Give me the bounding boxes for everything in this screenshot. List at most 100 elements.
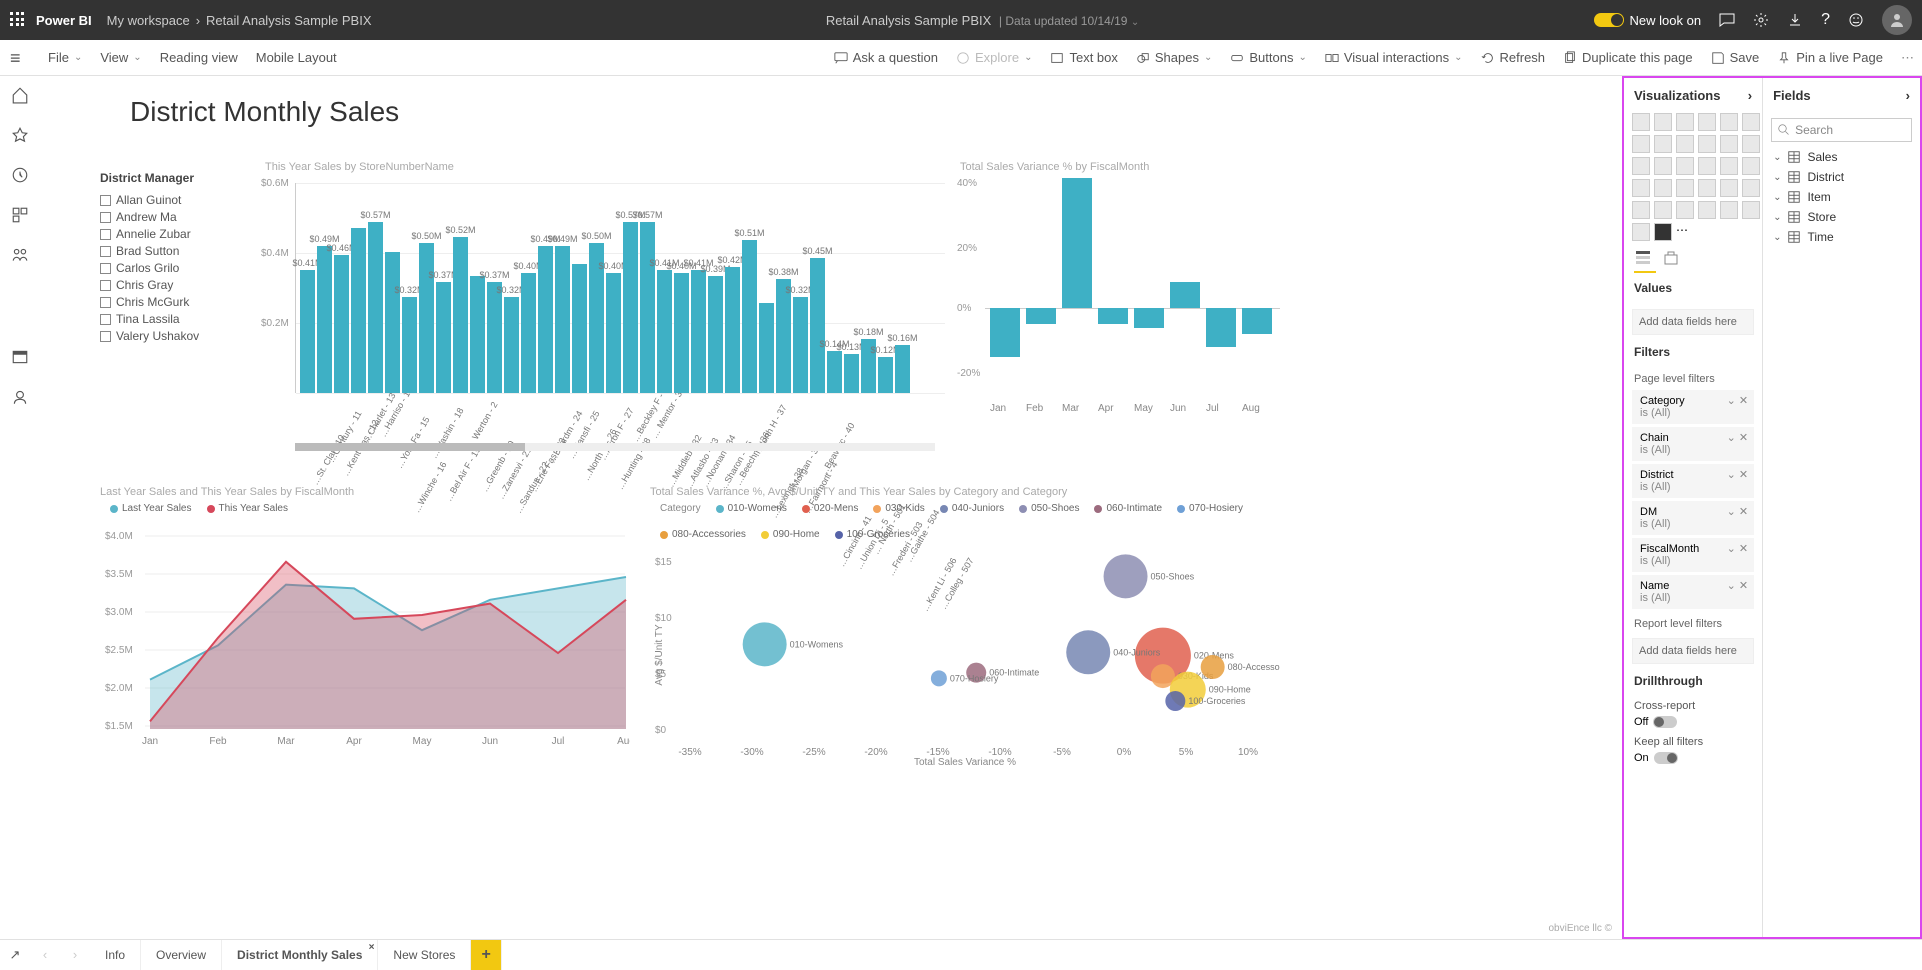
svg-text:Jul: Jul <box>552 736 565 747</box>
tab-info[interactable]: Info <box>90 940 141 970</box>
fields-tab-icon[interactable] <box>1634 249 1652 267</box>
values-well[interactable]: Add data fields here <box>1632 309 1754 335</box>
download-icon[interactable] <box>1787 12 1803 28</box>
new-look-toggle[interactable]: New look on <box>1594 13 1702 28</box>
svg-text:090-Home: 090-Home <box>1209 685 1251 695</box>
report-filter-well[interactable]: Add data fields here <box>1632 638 1754 664</box>
variance-by-month-chart[interactable]: Total Sales Variance % by FiscalMonth 40… <box>960 161 1280 461</box>
tab-district-monthly-sales[interactable]: District Monthly Sales× <box>222 940 378 970</box>
field-table[interactable]: ⌄Store <box>1763 207 1920 227</box>
breadcrumb-workspace[interactable]: My workspace <box>107 13 190 28</box>
home-icon[interactable] <box>11 86 29 104</box>
filter-card[interactable]: FiscalMonthis (All)⌄ ✕ <box>1632 538 1754 572</box>
file-menu[interactable]: File⌄ <box>48 50 82 65</box>
expand-icon[interactable]: ↗ <box>0 947 30 963</box>
slicer-item[interactable]: Allan Guinot <box>100 193 199 207</box>
svg-text:5%: 5% <box>1179 747 1194 758</box>
filter-card[interactable]: Chainis (All)⌄ ✕ <box>1632 427 1754 461</box>
svg-text:10%: 10% <box>1238 747 1258 758</box>
collapse-viz-icon[interactable]: › <box>1748 88 1752 103</box>
district-manager-slicer[interactable]: District Manager Allan Guinot Andrew Ma An… <box>100 171 199 346</box>
reading-view-button[interactable]: Reading view <box>160 50 238 65</box>
pin-page-button[interactable]: Pin a live Page <box>1777 50 1883 65</box>
visualizations-pane-title: Visualizations <box>1634 88 1720 103</box>
buttons-menu[interactable]: Buttons⌄ <box>1230 50 1306 65</box>
field-table[interactable]: ⌄District <box>1763 167 1920 187</box>
mobile-layout-button[interactable]: Mobile Layout <box>256 50 337 65</box>
my-workspace-icon[interactable] <box>11 388 29 406</box>
filter-card[interactable]: Districtis (All)⌄ ✕ <box>1632 464 1754 498</box>
collapse-fields-icon[interactable]: › <box>1906 88 1910 103</box>
sales-by-store-chart[interactable]: This Year Sales by StoreNumberName $0.6M… <box>265 161 945 471</box>
more-icon[interactable]: ⋯ <box>1901 50 1914 66</box>
drillthrough-label: Drillthrough <box>1634 674 1752 688</box>
filters-label: Filters <box>1634 345 1752 359</box>
svg-text:$2.5M: $2.5M <box>105 645 133 656</box>
svg-text:Feb: Feb <box>209 736 227 747</box>
shared-icon[interactable] <box>11 246 29 264</box>
sales-by-month-chart[interactable]: Last Year Sales and This Year Sales by F… <box>100 486 630 766</box>
tab-new-stores[interactable]: New Stores <box>378 940 471 970</box>
slicer-item[interactable]: Tina Lassila <box>100 312 199 326</box>
smile-icon[interactable] <box>1848 12 1864 28</box>
app-launcher-icon[interactable] <box>10 12 26 28</box>
slicer-item[interactable]: Brad Sutton <box>100 244 199 258</box>
ask-question-button[interactable]: Ask a question <box>834 50 938 65</box>
svg-text:-5%: -5% <box>1053 747 1071 758</box>
svg-text:Jan: Jan <box>142 736 158 747</box>
slicer-item[interactable]: Valery Ushakov <box>100 329 199 343</box>
recent-icon[interactable] <box>11 166 29 184</box>
view-menu[interactable]: View⌄ <box>100 50 141 65</box>
explore-menu[interactable]: Explore⌄ <box>956 50 1032 65</box>
breadcrumb-file[interactable]: Retail Analysis Sample PBIX <box>206 13 371 28</box>
field-table[interactable]: ⌄Time <box>1763 227 1920 247</box>
slicer-item[interactable]: Chris Gray <box>100 278 199 292</box>
slicer-item[interactable]: Annelie Zubar <box>100 227 199 241</box>
keep-filters-label: Keep all filters <box>1624 732 1762 748</box>
filter-card[interactable]: Nameis (All)⌄ ✕ <box>1632 575 1754 609</box>
field-table[interactable]: ⌄Item <box>1763 187 1920 207</box>
text-box-button[interactable]: Text box <box>1050 50 1117 65</box>
svg-text:040-Juniors: 040-Juniors <box>1113 647 1161 657</box>
apps-icon[interactable] <box>11 206 29 224</box>
add-tab-button[interactable]: + <box>471 940 501 970</box>
format-tab-icon[interactable] <box>1662 249 1680 267</box>
svg-text:100-Groceries: 100-Groceries <box>1188 696 1246 706</box>
brand: Power BI <box>36 13 92 28</box>
svg-text:$3.0M: $3.0M <box>105 607 133 618</box>
refresh-button[interactable]: Refresh <box>1481 50 1546 65</box>
keep-filters-toggle[interactable]: On <box>1634 752 1752 764</box>
chat-icon[interactable] <box>1719 12 1735 28</box>
filter-card[interactable]: DMis (All)⌄ ✕ <box>1632 501 1754 535</box>
help-icon[interactable]: ? <box>1821 11 1830 29</box>
report-filters-label: Report level filters <box>1624 612 1762 636</box>
slicer-item[interactable]: Andrew Ma <box>100 210 199 224</box>
svg-text:Total Sales Variance %: Total Sales Variance % <box>914 757 1016 765</box>
hamburger-icon[interactable]: ≡ <box>10 48 21 69</box>
shapes-menu[interactable]: Shapes⌄ <box>1136 50 1212 65</box>
tab-overview[interactable]: Overview <box>141 940 222 970</box>
svg-text:$0: $0 <box>655 725 667 736</box>
visual-interactions-menu[interactable]: Visual interactions⌄ <box>1325 50 1463 65</box>
tab-prev-icon[interactable]: ‹ <box>30 947 60 962</box>
tab-next-icon[interactable]: › <box>60 947 90 962</box>
viz-type-gallery[interactable]: ⋯ <box>1624 113 1762 241</box>
gear-icon[interactable] <box>1753 12 1769 28</box>
chart-scrollbar[interactable] <box>295 443 935 451</box>
favorite-icon[interactable] <box>11 126 29 144</box>
slicer-title: District Manager <box>100 171 199 185</box>
fields-search-input[interactable]: Search <box>1771 118 1912 142</box>
slicer-item[interactable]: Chris McGurk <box>100 295 199 309</box>
field-table[interactable]: ⌄Sales <box>1763 147 1920 167</box>
avatar[interactable] <box>1882 5 1912 35</box>
category-scatter-chart[interactable]: Total Sales Variance %, Avg $/Unit TY an… <box>650 486 1280 766</box>
svg-text:$2.0M: $2.0M <box>105 683 133 694</box>
filter-card[interactable]: Categoryis (All)⌄ ✕ <box>1632 390 1754 424</box>
cross-report-toggle[interactable]: Off <box>1634 716 1752 728</box>
svg-text:-30%: -30% <box>740 747 763 758</box>
duplicate-page-button[interactable]: Duplicate this page <box>1563 50 1693 65</box>
save-button[interactable]: Save <box>1711 50 1760 65</box>
slicer-item[interactable]: Carlos Grilo <box>100 261 199 275</box>
svg-text:0%: 0% <box>1117 747 1132 758</box>
workspace-icon[interactable] <box>11 348 29 366</box>
